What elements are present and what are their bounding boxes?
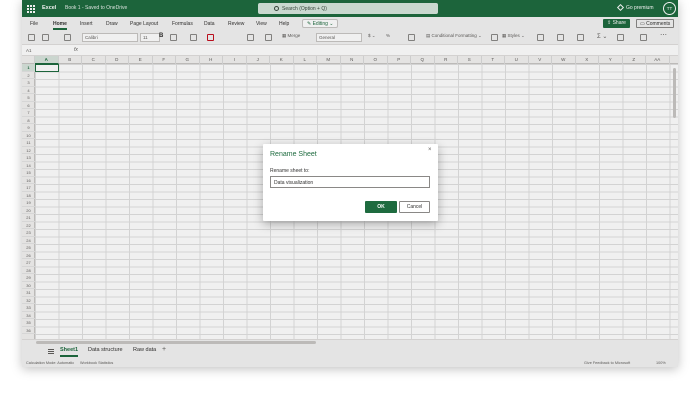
dialog-title: Rename Sheet bbox=[270, 151, 317, 158]
rename-label: Rename sheet to: bbox=[270, 168, 310, 174]
close-icon[interactable]: × bbox=[428, 147, 432, 153]
cancel-button[interactable]: Cancel bbox=[399, 201, 430, 213]
ok-button[interactable]: OK bbox=[365, 201, 397, 213]
sheet-name-input[interactable]: Data visualization bbox=[270, 176, 430, 188]
rename-sheet-dialog: Rename Sheet × Rename sheet to: Data vis… bbox=[263, 144, 438, 221]
